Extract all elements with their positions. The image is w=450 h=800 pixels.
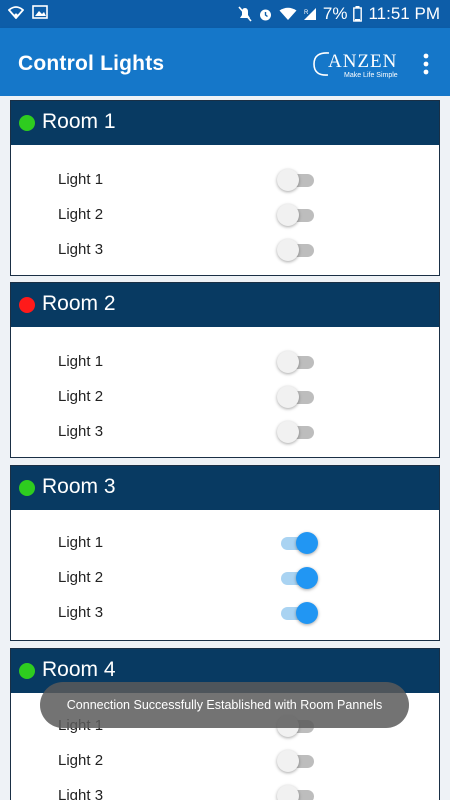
light-toggle[interactable] [277, 565, 318, 591]
room-name: Room 4 [42, 658, 116, 681]
light-row: Light 1 [11, 345, 441, 380]
light-row: Light 3 [11, 233, 441, 268]
status-bar: R 7% 11:51 PM [0, 0, 450, 28]
light-toggle[interactable] [277, 419, 317, 445]
room-card: Room 1 Light 1 Light 2 Light 3 [10, 100, 440, 276]
svg-text:R: R [304, 10, 309, 16]
light-toggle[interactable] [277, 600, 318, 626]
light-label: Light 3 [58, 604, 104, 621]
light-toggle[interactable] [277, 167, 317, 193]
light-label: Light 1 [58, 171, 104, 188]
mute-icon [238, 6, 252, 22]
light-toggle[interactable] [277, 237, 317, 263]
page-title: Control Lights [18, 52, 165, 75]
light-toggle[interactable] [277, 349, 317, 375]
light-label: Light 2 [58, 206, 104, 223]
light-label: Light 3 [58, 787, 104, 800]
room-header: Room 3 [11, 466, 439, 510]
room-status-dot [19, 480, 35, 496]
light-label: Light 1 [58, 534, 104, 551]
light-label: Light 3 [58, 423, 104, 440]
image-notification-icon [32, 5, 48, 24]
room-card: Room 2 Light 1 Light 2 Light 3 [10, 282, 440, 458]
room-name: Room 2 [42, 292, 116, 315]
light-row: Light 2 [11, 744, 441, 779]
toast-message: Connection Successfully Established with… [40, 682, 409, 728]
more-vert-icon [423, 53, 429, 75]
light-row: Light 3 [11, 415, 441, 450]
app-bar: Control Lights ANZEN Make Life Simple [0, 28, 450, 96]
light-row: Light 1 [11, 526, 441, 561]
logo-tagline: Make Life Simple [344, 72, 398, 79]
room-header: Room 2 [11, 283, 439, 327]
light-row: Light 1 [11, 163, 441, 198]
light-toggle[interactable] [277, 783, 317, 800]
light-toggle[interactable] [277, 530, 318, 556]
light-row: Light 2 [11, 380, 441, 415]
room-header: Room 1 [11, 101, 439, 145]
light-toggle[interactable] [277, 748, 317, 774]
logo-text: ANZEN [328, 51, 398, 72]
room-status-dot [19, 297, 35, 313]
light-toggle[interactable] [277, 202, 317, 228]
light-row: Light 2 [11, 561, 441, 596]
room-name: Room 3 [42, 475, 116, 498]
battery-icon [353, 6, 363, 22]
light-label: Light 3 [58, 241, 104, 258]
alarm-icon [258, 7, 273, 22]
room-name: Room 1 [42, 110, 116, 133]
battery-percent: 7% [322, 4, 348, 23]
light-label: Light 2 [58, 752, 104, 769]
clock-time: 11:51 PM [368, 4, 440, 23]
room-status-dot [19, 663, 35, 679]
room-status-dot [19, 115, 35, 131]
light-row: Light 3 [11, 596, 441, 631]
brand-logo: ANZEN Make Life Simple [312, 50, 404, 82]
overflow-menu-button[interactable] [414, 50, 438, 78]
light-row: Light 3 [11, 779, 441, 800]
wifi-signal-icon [279, 7, 297, 21]
light-label: Light 2 [58, 569, 104, 586]
room-card: Room 3 Light 1 Light 2 Light 3 [10, 465, 440, 641]
wifi-notification-icon [7, 5, 25, 24]
light-row: Light 2 [11, 198, 441, 233]
cell-signal-icon: R [303, 7, 317, 21]
light-label: Light 1 [58, 353, 104, 370]
light-label: Light 2 [58, 388, 104, 405]
light-toggle[interactable] [277, 384, 317, 410]
